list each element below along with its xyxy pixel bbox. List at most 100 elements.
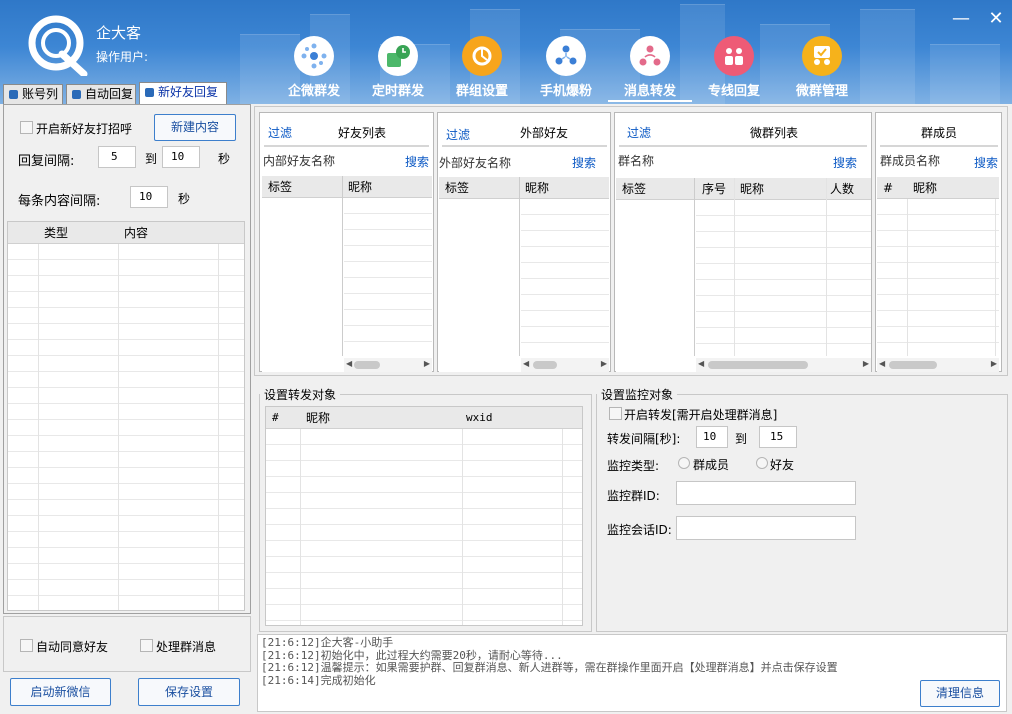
minimize-button[interactable]: — xyxy=(950,8,972,30)
enable-forward-label: 开启转发[需开启处理群消息] xyxy=(624,408,778,422)
monitor-type-label: 监控类型: xyxy=(607,459,660,473)
monitor-group-id-input[interactable] xyxy=(676,481,856,505)
app-title: 企大客 xyxy=(96,24,142,42)
operator-label: 操作用户: xyxy=(96,50,149,64)
clear-log-button[interactable]: 清理信息 xyxy=(920,680,1000,707)
close-button[interactable]: ✕ xyxy=(985,8,1007,30)
greet-checkbox[interactable] xyxy=(20,121,33,134)
column-header: 标签 xyxy=(445,181,470,195)
nav-label: 群组设置 xyxy=(455,84,508,99)
auto-accept-checkbox[interactable] xyxy=(20,639,33,652)
nav-label: 定时群发 xyxy=(371,84,424,99)
external-search-label: 外部好友名称 xyxy=(439,156,512,170)
external-friend-table[interactable]: 标签 昵称 ◀ ▶ xyxy=(439,177,609,372)
group-search-label: 群名称 xyxy=(618,154,655,168)
log-line: [21:6:12]企大客-小助手 xyxy=(261,636,394,649)
new-friend-reply-panel: 开启新好友打招呼 新建内容 回复间隔: 5 到 10 秒 每条内容间隔: 10 … xyxy=(3,104,251,614)
friend-radio[interactable] xyxy=(756,457,768,469)
forward-interval-to-input[interactable]: 15 xyxy=(759,426,797,448)
auto-accept-label: 自动同意好友 xyxy=(36,640,109,654)
app-logo-icon xyxy=(28,15,88,76)
column-header: 昵称 xyxy=(348,180,373,194)
monitor-group-id-label: 监控群ID: xyxy=(607,489,660,503)
reply-content-table[interactable]: 类型 内容 xyxy=(7,221,245,611)
group-search-button[interactable]: 搜索 xyxy=(833,154,857,171)
table-header: 标签 昵称 xyxy=(262,176,432,198)
item-interval-input[interactable]: 10 xyxy=(130,186,168,208)
group-settings-icon xyxy=(462,36,502,76)
nav-message-forward[interactable]: 消息转发 xyxy=(608,36,692,102)
wechat-group-table[interactable]: 标签 序号 昵称 人数 ◀ ▶ xyxy=(616,178,871,372)
horizontal-scrollbar[interactable]: ◀ ▶ xyxy=(344,358,432,372)
column-header: # xyxy=(272,411,279,424)
tab-new-friend-reply[interactable]: 新好友回复 xyxy=(139,82,227,105)
column-header: 序号 xyxy=(702,182,727,196)
table-header: 标签 序号 昵称 人数 xyxy=(616,178,871,200)
reply-interval-from-input[interactable]: 5 xyxy=(98,146,136,168)
member-search-button[interactable]: 搜索 xyxy=(974,154,998,171)
friend-list-panel: 过滤 好友列表 内部好友名称 搜索 标签 昵称 ◀ ▶ xyxy=(259,112,434,372)
process-group-checkbox[interactable] xyxy=(140,639,153,652)
log-line: [21:6:14]完成初始化 xyxy=(261,673,376,687)
process-group-label: 处理群消息 xyxy=(156,640,217,654)
start-wechat-button[interactable]: 启动新微信 xyxy=(10,678,111,706)
reply-interval-label: 回复间隔: xyxy=(18,154,75,169)
column-header: 标签 xyxy=(622,182,647,196)
nav-mass-send[interactable]: 企微群发 xyxy=(272,36,356,100)
dedicated-reply-icon xyxy=(714,36,754,76)
column-header: 昵称 xyxy=(740,182,765,196)
forward-target-legend: 设置转发对象 xyxy=(264,388,337,402)
nav-label: 微群管理 xyxy=(795,84,848,99)
nav-label: 专线回复 xyxy=(707,84,760,99)
external-filter-link[interactable]: 过滤 xyxy=(446,126,470,143)
friend-search-button[interactable]: 搜索 xyxy=(405,153,429,170)
friend-filter-link[interactable]: 过滤 xyxy=(268,124,292,141)
tab-label: 新好友回复 xyxy=(158,85,219,99)
table-header: 标签 昵称 xyxy=(439,177,609,199)
group-member-panel: 群成员 群成员名称 搜索 # 昵称 ◀ ▶ xyxy=(875,112,1002,372)
wechat-group-panel: 过滤 微群列表 群名称 搜索 标签 序号 昵称 人数 ◀ ▶ xyxy=(614,112,872,372)
schedule-icon xyxy=(378,36,418,76)
column-header: 内容 xyxy=(124,226,149,240)
table-header: # 昵称 wxid xyxy=(266,407,582,429)
monitor-session-id-label: 监控会话ID: xyxy=(607,523,672,537)
horizontal-scrollbar[interactable]: ◀ ▶ xyxy=(877,358,999,372)
group-member-table[interactable]: # 昵称 ◀ ▶ xyxy=(877,177,999,372)
forward-target-table[interactable]: # 昵称 wxid xyxy=(265,406,583,626)
group-filter-link[interactable]: 过滤 xyxy=(627,124,651,141)
column-header: 人数 xyxy=(830,182,855,196)
nav-label: 企微群发 xyxy=(287,84,340,99)
tab-auto-reply[interactable]: 自动回复 xyxy=(66,84,136,105)
nav-dedicated-reply[interactable]: 专线回复 xyxy=(692,36,776,100)
seconds-label: 秒 xyxy=(178,192,191,206)
new-content-button[interactable]: 新建内容 xyxy=(154,114,236,141)
column-header: 昵称 xyxy=(525,181,550,195)
nav-group-manage[interactable]: 微群管理 xyxy=(780,36,864,100)
horizontal-scrollbar[interactable]: ◀ ▶ xyxy=(521,358,609,372)
external-friend-panel: 过滤 外部好友 外部好友名称 搜索 标签 昵称 ◀ ▶ xyxy=(437,112,611,372)
nav-group-settings[interactable]: 群组设置 xyxy=(440,36,524,100)
seconds-label: 秒 xyxy=(218,152,231,166)
table-header: # 昵称 xyxy=(877,177,999,199)
external-search-button[interactable]: 搜索 xyxy=(572,154,596,171)
member-radio[interactable] xyxy=(678,457,690,469)
nav-phone-fans[interactable]: 手机爆粉 xyxy=(524,36,608,100)
to-label: 到 xyxy=(145,152,158,166)
horizontal-scrollbar[interactable]: ◀ ▶ xyxy=(696,358,871,372)
nav-label: 消息转发 xyxy=(608,80,692,102)
reply-interval-to-input[interactable]: 10 xyxy=(162,146,200,168)
friend-table[interactable]: 标签 昵称 ◀ ▶ xyxy=(262,176,432,372)
phone-fans-icon xyxy=(546,36,586,76)
friend-radio-label: 好友 xyxy=(770,458,795,472)
monitor-session-id-input[interactable] xyxy=(676,516,856,540)
tab-account-list[interactable]: 账号列 xyxy=(3,84,63,105)
save-settings-button[interactable]: 保存设置 xyxy=(138,678,240,706)
greet-label: 开启新好友打招呼 xyxy=(36,122,133,136)
to-label: 到 xyxy=(735,432,748,446)
nav-scheduled-send[interactable]: 定时群发 xyxy=(356,36,440,100)
log-output[interactable]: [21:6:12]企大客-小助手 [21:6:12]初始化中，此过程大约需要20… xyxy=(257,634,1007,712)
member-radio-label: 群成员 xyxy=(693,458,730,472)
monitor-legend: 设置监控对象 xyxy=(601,388,674,402)
forward-interval-from-input[interactable]: 10 xyxy=(696,426,728,448)
enable-forward-checkbox[interactable] xyxy=(609,407,622,420)
